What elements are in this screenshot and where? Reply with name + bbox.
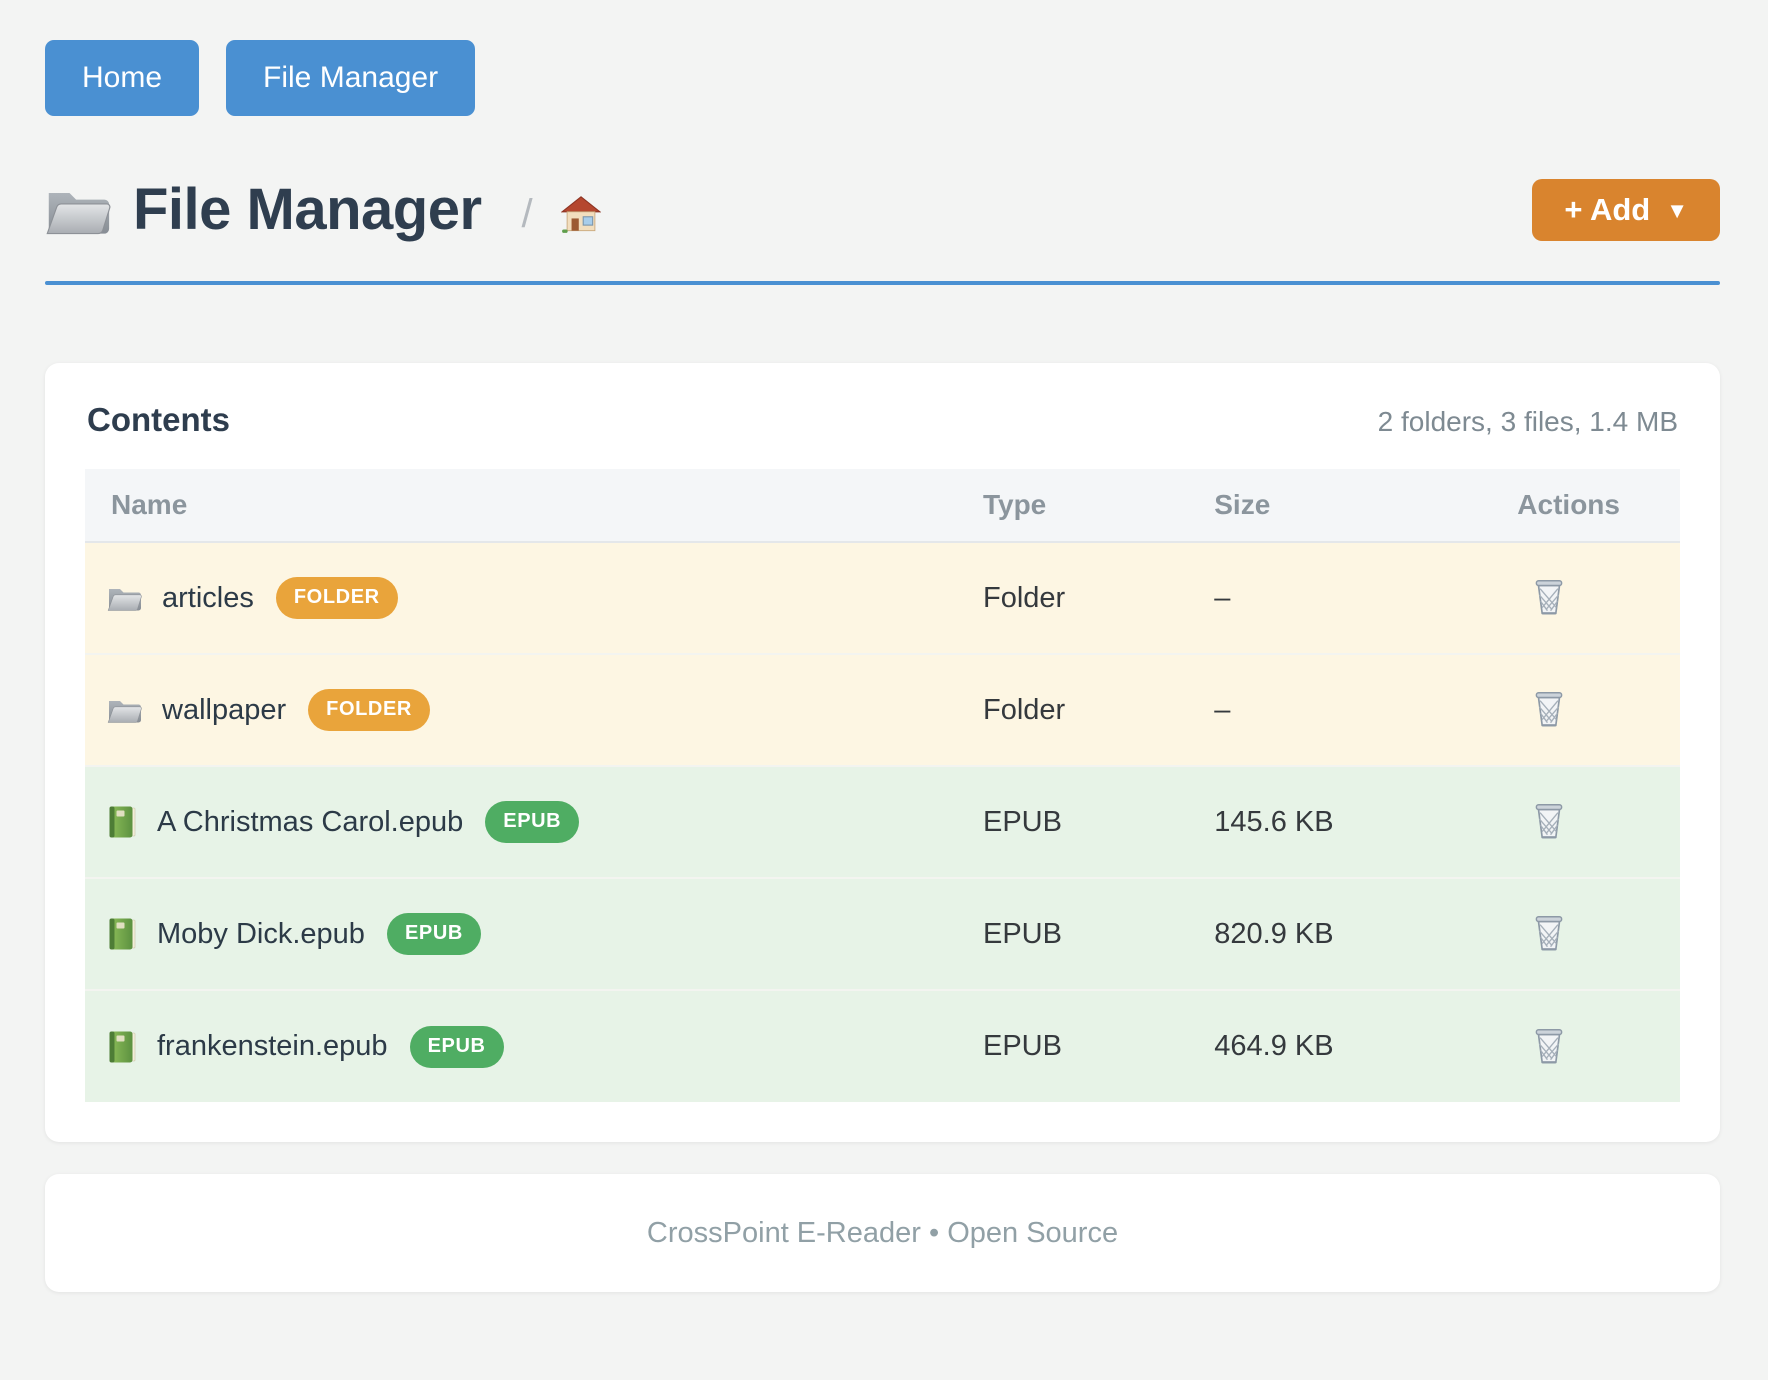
table-row[interactable]: A Christmas Carol.epub EPUB EPUB 145.6 K… bbox=[85, 766, 1680, 878]
page-header: File Manager / + Add ▼ bbox=[45, 176, 1720, 243]
card-title: Contents bbox=[87, 401, 230, 439]
delete-button[interactable] bbox=[1527, 907, 1571, 957]
file-name: articles bbox=[162, 582, 254, 615]
book-icon bbox=[107, 1030, 137, 1064]
trash-icon bbox=[1531, 1024, 1567, 1066]
type-cell: Folder bbox=[983, 654, 1214, 766]
size-cell: – bbox=[1214, 542, 1517, 654]
column-header-type: Type bbox=[983, 469, 1214, 542]
table-row[interactable]: wallpaper FOLDER Folder – bbox=[85, 654, 1680, 766]
header-divider bbox=[45, 281, 1720, 285]
book-icon bbox=[107, 917, 137, 951]
page-title: File Manager bbox=[133, 176, 482, 243]
type-badge: EPUB bbox=[387, 913, 481, 955]
table-row[interactable]: articles FOLDER Folder – bbox=[85, 542, 1680, 654]
type-cell: EPUB bbox=[983, 878, 1214, 990]
file-name: frankenstein.epub bbox=[157, 1030, 388, 1063]
type-badge: EPUB bbox=[485, 801, 579, 843]
trash-icon bbox=[1531, 911, 1567, 953]
add-button[interactable]: + Add ▼ bbox=[1532, 179, 1720, 241]
folder-icon bbox=[45, 182, 111, 238]
footer: CrossPoint E-Reader • Open Source bbox=[45, 1174, 1720, 1292]
file-manager-button[interactable]: File Manager bbox=[226, 40, 475, 116]
size-cell: – bbox=[1214, 654, 1517, 766]
table-row[interactable]: Moby Dick.epub EPUB EPUB 820.9 KB bbox=[85, 878, 1680, 990]
type-badge: FOLDER bbox=[276, 577, 398, 619]
folder-icon bbox=[107, 696, 142, 724]
type-badge: FOLDER bbox=[308, 689, 430, 731]
breadcrumb-separator: / bbox=[522, 192, 533, 237]
column-header-size: Size bbox=[1214, 469, 1517, 542]
type-cell: EPUB bbox=[983, 766, 1214, 878]
contents-summary: 2 folders, 3 files, 1.4 MB bbox=[1378, 406, 1678, 438]
file-name: A Christmas Carol.epub bbox=[157, 806, 463, 839]
type-cell: Folder bbox=[983, 542, 1214, 654]
footer-text: CrossPoint E-Reader • Open Source bbox=[647, 1217, 1118, 1250]
delete-button[interactable] bbox=[1527, 683, 1571, 733]
delete-button[interactable] bbox=[1527, 795, 1571, 845]
add-button-label: + Add bbox=[1564, 192, 1650, 228]
trash-icon bbox=[1531, 575, 1567, 617]
trash-icon bbox=[1531, 799, 1567, 841]
table-row[interactable]: frankenstein.epub EPUB EPUB 464.9 KB bbox=[85, 990, 1680, 1102]
home-button[interactable]: Home bbox=[45, 40, 199, 116]
column-header-actions: Actions bbox=[1517, 469, 1680, 542]
folder-icon bbox=[107, 584, 142, 612]
home-icon[interactable] bbox=[561, 195, 601, 233]
size-cell: 820.9 KB bbox=[1214, 878, 1517, 990]
book-icon bbox=[107, 805, 137, 839]
file-name: Moby Dick.epub bbox=[157, 918, 365, 951]
caret-down-icon: ▼ bbox=[1666, 198, 1688, 224]
contents-card: Contents 2 folders, 3 files, 1.4 MB Name… bbox=[45, 363, 1720, 1142]
type-badge: EPUB bbox=[410, 1026, 504, 1068]
delete-button[interactable] bbox=[1527, 1020, 1571, 1070]
column-header-name: Name bbox=[85, 469, 983, 542]
file-name: wallpaper bbox=[162, 694, 286, 727]
table-header-row: Name Type Size Actions bbox=[85, 469, 1680, 542]
size-cell: 145.6 KB bbox=[1214, 766, 1517, 878]
trash-icon bbox=[1531, 687, 1567, 729]
top-nav: Home File Manager bbox=[45, 40, 1720, 116]
contents-table: Name Type Size Actions articles FOLDER F… bbox=[85, 469, 1680, 1102]
size-cell: 464.9 KB bbox=[1214, 990, 1517, 1102]
delete-button[interactable] bbox=[1527, 571, 1571, 621]
page: Home File Manager File Manager / + Add ▼… bbox=[0, 0, 1768, 1292]
type-cell: EPUB bbox=[983, 990, 1214, 1102]
